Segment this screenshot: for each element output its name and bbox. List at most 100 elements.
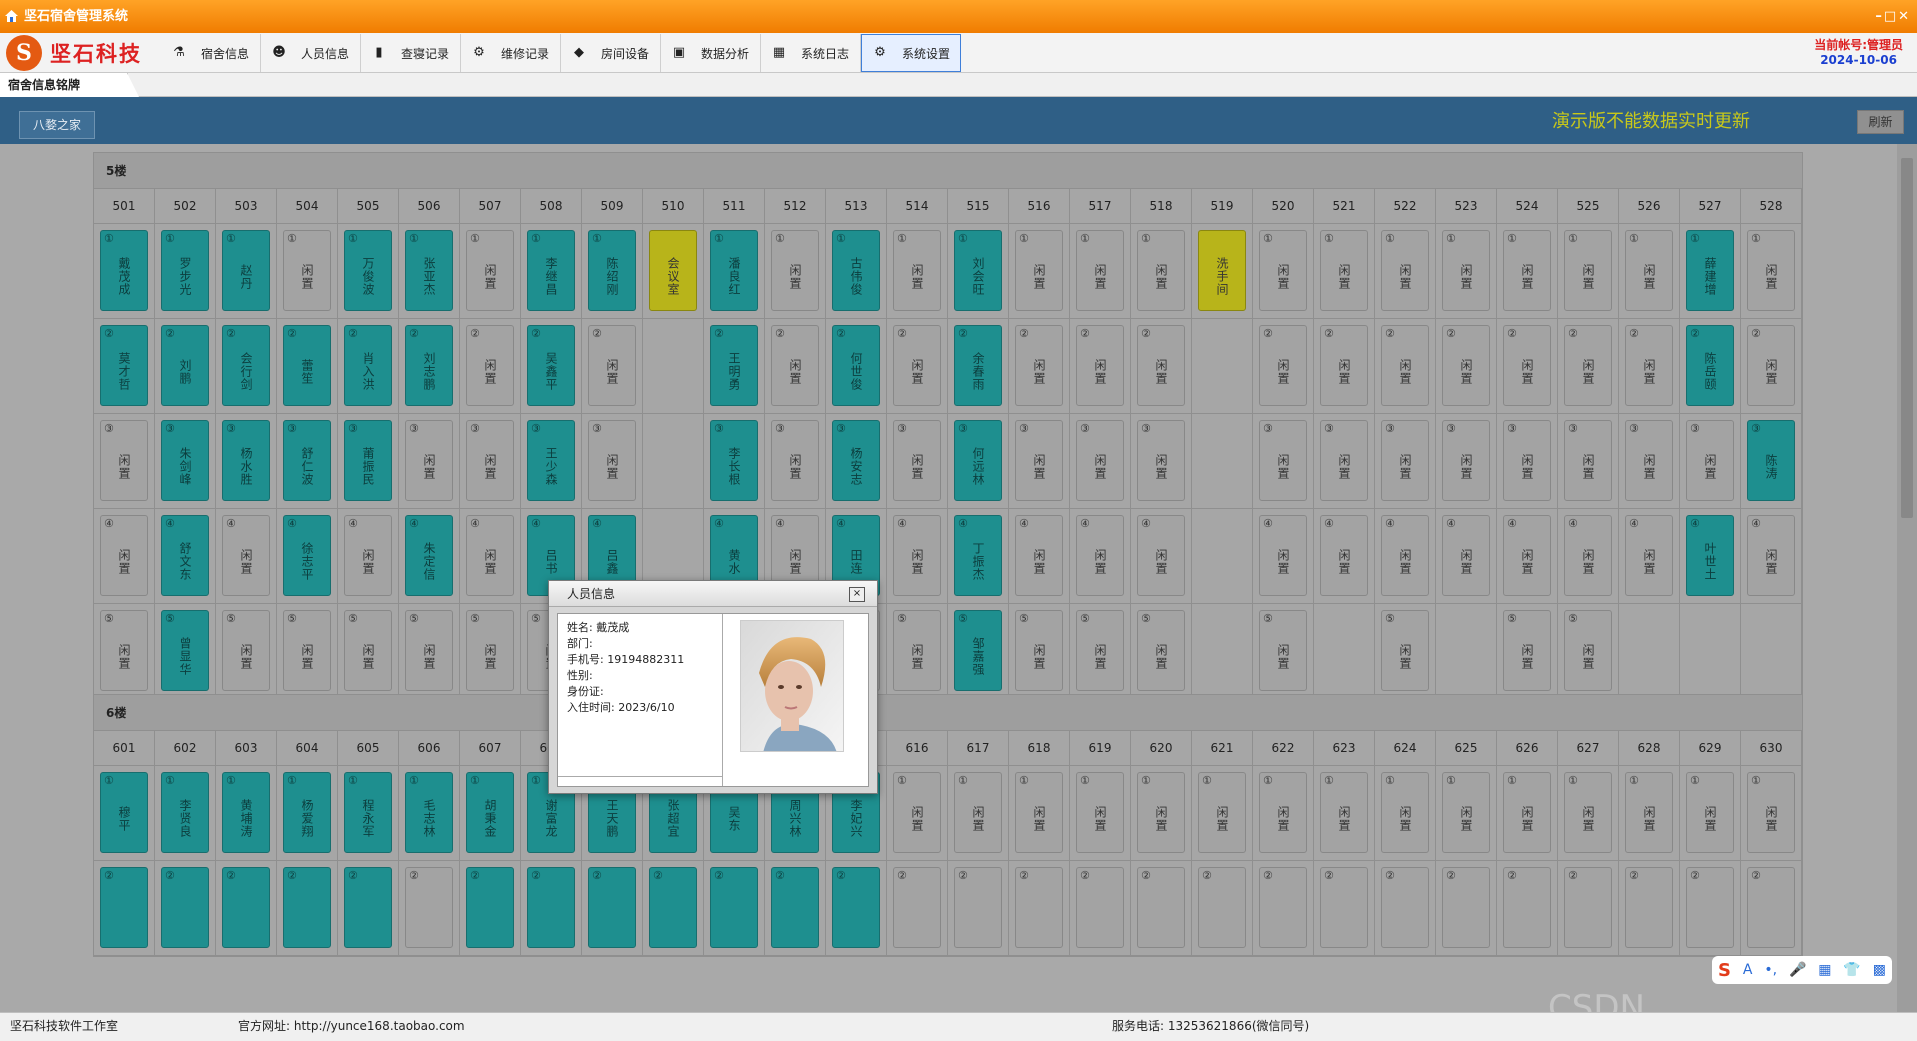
bed-occupied[interactable]: ① 程永军 [344, 772, 392, 853]
bed-empty[interactable]: ② [954, 867, 1002, 948]
bed-occupied[interactable]: ② [222, 867, 270, 948]
bed-empty[interactable]: ② [1198, 867, 1246, 948]
bed-occupied[interactable]: ② 王明勇 [710, 325, 758, 406]
bed-occupied[interactable]: ① 李贤良 [161, 772, 209, 853]
bed-empty[interactable]: ② [893, 867, 941, 948]
bed-occupied[interactable]: ② 余春雨 [954, 325, 1002, 406]
tab-dorm-nameplate[interactable]: 宿舍信息铭牌 [0, 73, 139, 97]
bed-empty[interactable]: ② 闲置 [1503, 325, 1551, 406]
bed-empty[interactable]: ② [405, 867, 453, 948]
room-special[interactable]: 会议室 [649, 230, 697, 311]
bed-empty[interactable]: ② 闲置 [1442, 325, 1490, 406]
ime-toolbar[interactable]: S A •, 🎤 ▦ 👕 ▩ [1712, 956, 1892, 984]
bed-empty[interactable]: ④ 闲置 [1625, 515, 1673, 596]
bed-empty[interactable]: ⑤ 闲置 [222, 610, 270, 691]
sogou-icon[interactable]: S [1718, 960, 1731, 981]
bed-empty[interactable]: ③ 闲置 [100, 420, 148, 501]
bed-occupied[interactable]: ⑤ 曾显华 [161, 610, 209, 691]
nav-item-4[interactable]: ◆ 房间设备 [561, 34, 661, 72]
bed-empty[interactable]: ② [1076, 867, 1124, 948]
bed-empty[interactable]: ③ 闲置 [1442, 420, 1490, 501]
bed-empty[interactable]: ② 闲置 [1747, 325, 1795, 406]
bed-empty[interactable]: ② 闲置 [466, 325, 514, 406]
bed-empty[interactable]: ① 闲置 [1747, 230, 1795, 311]
bed-occupied[interactable]: ① 杨爱翔 [283, 772, 331, 853]
bed-empty[interactable]: ② 闲置 [1137, 325, 1185, 406]
bed-empty[interactable]: ② [1564, 867, 1612, 948]
bed-empty[interactable]: ⑤ 闲置 [344, 610, 392, 691]
close-icon[interactable]: × [849, 587, 865, 602]
bed-empty[interactable]: ⑤ 闲置 [466, 610, 514, 691]
bed-occupied[interactable]: ① 古伟俊 [832, 230, 880, 311]
vertical-scrollbar[interactable] [1897, 144, 1917, 1012]
bed-occupied[interactable]: ① 戴茂成 [100, 230, 148, 311]
bed-empty[interactable]: ③ 闲置 [1259, 420, 1307, 501]
bed-occupied[interactable]: ③ 舒仁波 [283, 420, 331, 501]
bed-empty[interactable]: ④ 闲置 [1076, 515, 1124, 596]
bed-empty[interactable]: ① 闲置 [1625, 230, 1673, 311]
bed-empty[interactable]: ③ 闲置 [466, 420, 514, 501]
nav-item-1[interactable]: ☻ 人员信息 [261, 34, 361, 72]
nav-item-2[interactable]: ▮ 查寝记录 [361, 34, 461, 72]
bed-empty[interactable]: ① 闲置 [1137, 772, 1185, 853]
bed-empty[interactable]: ④ 闲置 [100, 515, 148, 596]
bed-empty[interactable]: ④ 闲置 [1320, 515, 1368, 596]
window-controls[interactable]: –□✕ [1875, 0, 1911, 33]
nav-item-5[interactable]: ▣ 数据分析 [661, 34, 761, 72]
bed-empty[interactable]: ① 闲置 [1564, 772, 1612, 853]
bed-empty[interactable]: ④ 闲置 [1564, 515, 1612, 596]
bed-empty[interactable]: ② 闲置 [1320, 325, 1368, 406]
bed-empty[interactable]: ① 闲置 [1564, 230, 1612, 311]
bed-empty[interactable]: ⑤ 闲置 [1015, 610, 1063, 691]
home-button[interactable]: 八婺之家 [19, 111, 95, 139]
bed-empty[interactable]: ⑤ 闲置 [1381, 610, 1429, 691]
bed-occupied[interactable]: ① 薛建增 [1686, 230, 1734, 311]
bed-empty[interactable]: ① 闲置 [1503, 230, 1551, 311]
bed-empty[interactable]: ③ 闲置 [1381, 420, 1429, 501]
bed-empty[interactable]: ② 闲置 [893, 325, 941, 406]
bed-empty[interactable]: ① 闲置 [1381, 772, 1429, 853]
ime-button[interactable]: 🎤 [1789, 962, 1806, 978]
bed-empty[interactable]: ① 闲置 [1747, 772, 1795, 853]
bed-empty[interactable]: ② 闲置 [771, 325, 819, 406]
bed-empty[interactable]: ① 闲置 [1320, 230, 1368, 311]
bed-empty[interactable]: ③ 闲置 [893, 420, 941, 501]
bed-empty[interactable]: ④ 闲置 [1747, 515, 1795, 596]
scrollbar-thumb[interactable] [1901, 158, 1913, 518]
bed-occupied[interactable]: ② [588, 867, 636, 948]
bed-empty[interactable]: ② [1137, 867, 1185, 948]
bed-occupied[interactable]: ① 毛志林 [405, 772, 453, 853]
bed-empty[interactable]: ③ 闲置 [405, 420, 453, 501]
bed-empty[interactable]: ③ 闲置 [1015, 420, 1063, 501]
bed-empty[interactable]: ⑤ 闲置 [1503, 610, 1551, 691]
bed-empty[interactable]: ② [1503, 867, 1551, 948]
bed-occupied[interactable]: ④ 舒文东 [161, 515, 209, 596]
bed-occupied[interactable]: ② 刘鹏 [161, 325, 209, 406]
refresh-button[interactable]: 刷新 [1857, 110, 1904, 134]
bed-occupied[interactable]: ② 莫才哲 [100, 325, 148, 406]
ime-button[interactable]: •, [1764, 962, 1777, 978]
ime-button[interactable]: A [1743, 962, 1753, 978]
bed-empty[interactable]: ③ 闲置 [1686, 420, 1734, 501]
bed-occupied[interactable]: ① 胡秉金 [466, 772, 514, 853]
bed-occupied[interactable]: ② [344, 867, 392, 948]
bed-occupied[interactable]: ② [161, 867, 209, 948]
bed-occupied[interactable]: ① 黄埔涛 [222, 772, 270, 853]
bed-empty[interactable]: ④ 闲置 [893, 515, 941, 596]
bed-occupied[interactable]: ③ 杨水胜 [222, 420, 270, 501]
bed-empty[interactable]: ④ 闲置 [1015, 515, 1063, 596]
ime-button[interactable]: ▩ [1873, 962, 1886, 978]
bed-occupied[interactable]: ① 潘良红 [710, 230, 758, 311]
bed-empty[interactable]: ① 闲置 [1198, 772, 1246, 853]
bed-occupied[interactable]: ① 万俊波 [344, 230, 392, 311]
bed-empty[interactable]: ① 闲置 [1137, 230, 1185, 311]
bed-empty[interactable]: ② 闲置 [1259, 325, 1307, 406]
bed-empty[interactable]: ④ 闲置 [1259, 515, 1307, 596]
bed-empty[interactable]: ① 闲置 [771, 230, 819, 311]
ime-button[interactable]: 👕 [1843, 962, 1860, 978]
bed-occupied[interactable]: ③ 李长根 [710, 420, 758, 501]
bed-empty[interactable]: ③ 闲置 [588, 420, 636, 501]
bed-empty[interactable]: ① 闲置 [1015, 772, 1063, 853]
bed-empty[interactable]: ② 闲置 [1625, 325, 1673, 406]
bed-empty[interactable]: ② 闲置 [1564, 325, 1612, 406]
